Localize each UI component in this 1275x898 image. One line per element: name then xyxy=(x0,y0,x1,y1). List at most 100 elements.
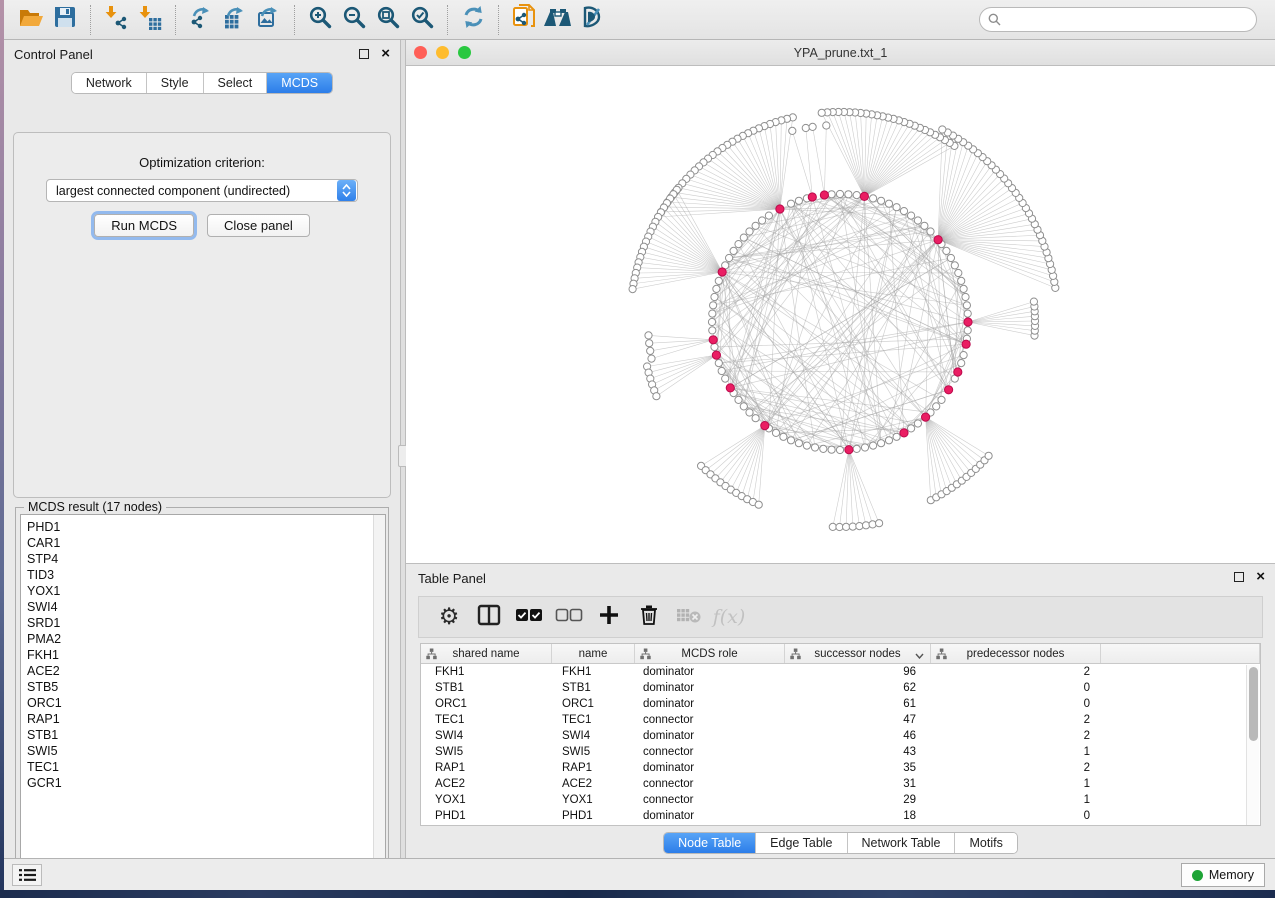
mcds-result-item[interactable]: ACE2 xyxy=(21,663,385,679)
share-document-button[interactable] xyxy=(507,4,541,36)
mcds-result-item[interactable]: CAR1 xyxy=(21,535,385,551)
global-search-field[interactable] xyxy=(979,7,1257,32)
export-network-button[interactable] xyxy=(184,4,218,36)
mcds-result-item[interactable]: STB5 xyxy=(21,679,385,695)
mcds-result-item[interactable]: ORC1 xyxy=(21,695,385,711)
mcds-result-item[interactable]: SWI5 xyxy=(21,743,385,759)
table-cell: connector xyxy=(635,744,785,760)
column-header-MCDS-role[interactable]: MCDS role xyxy=(635,644,785,663)
tab-mcds[interactable]: MCDS xyxy=(267,73,332,93)
tab-select[interactable]: Select xyxy=(204,73,268,93)
export-network-icon xyxy=(188,4,214,35)
split-view-icon xyxy=(477,603,501,632)
add-column-icon xyxy=(599,605,619,630)
mcds-result-item[interactable]: PHD1 xyxy=(21,519,385,535)
mcds-result-item[interactable]: PMA2 xyxy=(21,631,385,647)
import-table-button[interactable] xyxy=(133,4,167,36)
mcds-result-item[interactable]: GCR1 xyxy=(21,775,385,791)
table-row[interactable]: RAP1RAP1dominator352 xyxy=(421,760,1260,776)
open-folder-button[interactable] xyxy=(14,4,48,36)
zoom-fit-icon xyxy=(376,5,400,34)
desktop-wallpaper-bottom xyxy=(0,890,1275,898)
mcds-result-item[interactable]: TEC1 xyxy=(21,759,385,775)
column-header-name[interactable]: name xyxy=(552,644,635,663)
mcds-result-item[interactable]: FKH1 xyxy=(21,647,385,663)
table-tabbar: Node TableEdge TableNetwork TableMotifs xyxy=(663,832,1018,854)
tab-motifs[interactable]: Motifs xyxy=(955,833,1016,853)
tab-edge-table[interactable]: Edge Table xyxy=(756,833,847,853)
table-row[interactable]: YOX1YOX1connector291 xyxy=(421,792,1260,808)
select-all-button[interactable] xyxy=(511,600,547,634)
save-button[interactable] xyxy=(48,4,82,36)
zoom-fit-button[interactable] xyxy=(371,4,405,36)
table-cell: 0 xyxy=(931,696,1101,712)
split-view-button[interactable] xyxy=(471,600,507,634)
mcds-hub-node xyxy=(709,336,717,344)
mcds-hub-node xyxy=(954,368,962,376)
table-row[interactable]: SWI4SWI4dominator462 xyxy=(421,728,1260,744)
tab-style[interactable]: Style xyxy=(147,73,204,93)
tab-network-table[interactable]: Network Table xyxy=(848,833,956,853)
table-row[interactable]: PHD1PHD1dominator180 xyxy=(421,808,1260,824)
table-row[interactable]: SWI5SWI5connector431 xyxy=(421,744,1260,760)
table-cell: 96 xyxy=(785,664,931,680)
close-panel-icon[interactable]: × xyxy=(381,49,390,59)
table-cell: 47 xyxy=(785,712,931,728)
table-cell: ORC1 xyxy=(421,696,552,712)
mcds-hub-node xyxy=(900,429,908,437)
column-header-successor-nodes[interactable]: successor nodes xyxy=(785,644,931,663)
mcds-result-item[interactable]: STP4 xyxy=(21,551,385,567)
tab-network[interactable]: Network xyxy=(72,73,147,93)
hide-details-button[interactable] xyxy=(575,4,609,36)
column-header-predecessor-nodes[interactable]: predecessor nodes xyxy=(931,644,1101,663)
export-table-button[interactable] xyxy=(218,4,252,36)
table-scrollbar[interactable] xyxy=(1246,665,1259,825)
close-panel-button[interactable]: Close panel xyxy=(207,214,310,237)
zoom-out-button[interactable] xyxy=(337,4,371,36)
table-close-icon[interactable]: × xyxy=(1256,572,1265,582)
zoom-out-icon xyxy=(342,5,366,34)
memory-button[interactable]: Memory xyxy=(1181,863,1265,887)
tab-node-table[interactable]: Node Table xyxy=(664,833,756,853)
search-input[interactable] xyxy=(1006,13,1248,27)
zoom-selected-button[interactable] xyxy=(405,4,439,36)
control-panel: Control Panel × NetworkStyleSelectMCDS O… xyxy=(4,40,400,858)
column-header-shared-name[interactable]: shared name xyxy=(421,644,552,663)
mcds-result-item[interactable]: RAP1 xyxy=(21,711,385,727)
table-cell: SWI4 xyxy=(552,728,635,744)
export-image-button[interactable] xyxy=(252,4,286,36)
settings-gear-button[interactable]: ⚙ xyxy=(431,600,467,634)
table-cell: FKH1 xyxy=(421,664,552,680)
log-console-button[interactable] xyxy=(12,864,42,886)
mcds-result-item[interactable]: SWI4 xyxy=(21,599,385,615)
table-row[interactable]: TEC1TEC1connector472 xyxy=(421,712,1260,728)
list-scrollbar[interactable] xyxy=(373,515,385,873)
table-scrollbar-thumb[interactable] xyxy=(1249,667,1258,741)
deselect-all-button[interactable] xyxy=(551,600,587,634)
table-row[interactable]: ORC1ORC1dominator610 xyxy=(421,696,1260,712)
mcds-result-item[interactable]: SRD1 xyxy=(21,615,385,631)
mcds-result-item[interactable]: YOX1 xyxy=(21,583,385,599)
mcds-hub-node xyxy=(808,193,816,201)
table-row[interactable]: FKH1FKH1dominator962 xyxy=(421,664,1260,680)
network-graph-canvas[interactable] xyxy=(406,66,1275,563)
float-panel-icon[interactable] xyxy=(359,49,369,59)
zoom-in-button[interactable] xyxy=(303,4,337,36)
table-cell: PHD1 xyxy=(552,808,635,824)
import-network-button[interactable] xyxy=(99,4,133,36)
delete-column-button[interactable] xyxy=(631,600,667,634)
table-row[interactable]: ACE2ACE2connector311 xyxy=(421,776,1260,792)
run-mcds-button[interactable]: Run MCDS xyxy=(94,214,194,237)
show-details-button[interactable] xyxy=(609,4,643,36)
table-row[interactable]: STB1STB1dominator620 xyxy=(421,680,1260,696)
mcds-result-item[interactable]: TID3 xyxy=(21,567,385,583)
add-column-button[interactable] xyxy=(591,600,627,634)
criterion-select[interactable]: largest connected component (undirected) xyxy=(46,179,358,202)
mcds-result-list[interactable]: PHD1CAR1STP4TID3YOX1SWI4SRD1PMA2FKH1ACE2… xyxy=(20,514,386,874)
table-float-icon[interactable] xyxy=(1234,572,1244,582)
table-cell: 62 xyxy=(785,680,931,696)
search-network-button[interactable] xyxy=(541,4,575,36)
search-network-icon xyxy=(543,6,573,33)
refresh-button[interactable] xyxy=(456,4,490,36)
mcds-result-item[interactable]: STB1 xyxy=(21,727,385,743)
